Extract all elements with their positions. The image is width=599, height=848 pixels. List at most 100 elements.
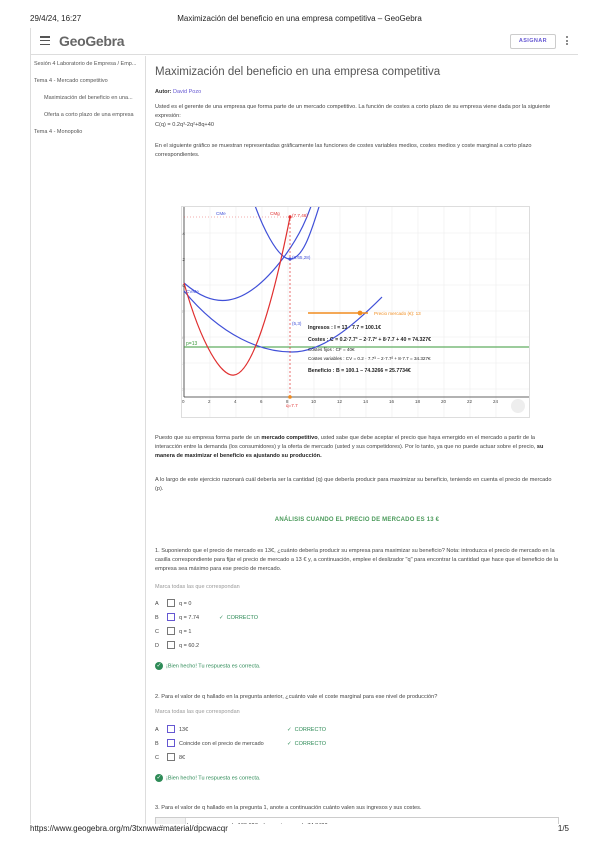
correct-indicator: ✓ CORRECTO bbox=[219, 614, 258, 623]
correct-indicator: ✓ CORRECTO bbox=[287, 740, 326, 749]
feedback-text: ¡Bien hecho! Tu respuesta es correcta. bbox=[166, 663, 261, 670]
cme-min-label: (8.65,28) bbox=[292, 255, 311, 260]
sidebar: Sesión 4 Laboratorio de Empresa / Emp...… bbox=[31, 56, 146, 824]
q-point bbox=[288, 395, 292, 399]
author-link[interactable]: David Pozo bbox=[173, 89, 201, 95]
option-letter: C bbox=[155, 629, 159, 635]
sidebar-item-maximizacion[interactable]: Maximización del beneficio en una... bbox=[31, 90, 145, 107]
option-label: 13€ bbox=[179, 727, 189, 733]
x-tick-label: 10 bbox=[311, 399, 317, 404]
option-label: q = 1 bbox=[179, 629, 192, 635]
cmg-point-label: (7.7,46) bbox=[292, 213, 308, 218]
q2-feedback: ✓ ¡Bien hecho! Tu respuesta es correcta. bbox=[155, 774, 260, 783]
option-label: q = 7.74 bbox=[179, 615, 200, 621]
q1-option-a[interactable]: A q = 0 bbox=[155, 599, 415, 609]
option-letter: D bbox=[155, 643, 159, 649]
option-label: 8€ bbox=[179, 755, 186, 761]
costes-fijos-text: Costes fijos : CF = 40€ bbox=[308, 347, 355, 352]
q1-option-c[interactable]: C q = 1 bbox=[155, 627, 415, 637]
option-label: Coincide con el precio de mercado bbox=[179, 741, 264, 747]
x-tick-label: 24 bbox=[493, 399, 499, 404]
top-bar: GeoGebra ASIGNAR bbox=[31, 28, 578, 55]
print-title: Maximización del beneficio en una empres… bbox=[177, 14, 422, 23]
x-tick-label: 12 bbox=[337, 399, 343, 404]
correct-label: CORRECTO bbox=[294, 727, 326, 733]
q1-option-b[interactable]: B q = 7.74 ✓ CORRECTO bbox=[155, 613, 415, 623]
sidebar-item-sesion4[interactable]: Sesión 4 Laboratorio de Empresa / Emp... bbox=[31, 56, 145, 73]
costes-text: Costes : C = 0.2·7.7³ − 2·7.7² + 8·7.7 +… bbox=[308, 337, 431, 343]
cmg-curve bbox=[183, 216, 291, 376]
graph-canvas[interactable]: 0 2 4 6 8 10 12 14 16 18 20 22 24 2 4 6 bbox=[182, 207, 530, 418]
y-tick-label: 4 bbox=[182, 361, 183, 366]
price-slider-handle[interactable] bbox=[357, 310, 363, 316]
y-tick-label: 6 bbox=[182, 335, 183, 340]
x-tick-label: 20 bbox=[441, 399, 447, 404]
correct-indicator: ✓ CORRECTO bbox=[287, 726, 326, 735]
option-letter: B bbox=[155, 615, 159, 621]
cme-curve bbox=[183, 207, 312, 302]
geogebra-graph[interactable]: 0 2 4 6 8 10 12 14 16 18 20 22 24 2 4 6 bbox=[181, 206, 530, 418]
option-letter: C bbox=[155, 755, 159, 761]
hamburger-menu-icon[interactable] bbox=[40, 36, 50, 46]
print-header: 29/4/24, 16:27 Maximización del benefici… bbox=[30, 14, 569, 24]
y-tick-label: 14 bbox=[182, 231, 186, 236]
q-point-label: q=7.7 bbox=[286, 403, 298, 408]
question-1-hint: Marca todas las que correspondan bbox=[155, 584, 240, 590]
x-tick-label: 0 bbox=[182, 399, 185, 404]
print-url: https://www.geogebra.org/m/3txnww#materi… bbox=[30, 824, 228, 833]
ingresos-text: Ingresos : I = 13 · 7.7 = 100.1€ bbox=[308, 325, 381, 331]
x-tick-label: 4 bbox=[234, 399, 237, 404]
option-checkbox[interactable] bbox=[167, 739, 175, 747]
costes-variables-text: Costes variables : CV = 0.2 · 7.7³ − 2·7… bbox=[308, 356, 431, 361]
correct-label: CORRECTO bbox=[294, 741, 326, 747]
print-page-number: 1/5 bbox=[557, 824, 569, 833]
q2-option-a[interactable]: A 13€ ✓ CORRECTO bbox=[155, 725, 415, 735]
page-title: Maximización del beneficio en una empres… bbox=[155, 66, 441, 78]
more-options-icon[interactable] bbox=[565, 36, 569, 47]
success-check-icon: ✓ bbox=[155, 774, 163, 782]
option-checkbox[interactable] bbox=[167, 613, 175, 621]
option-checkbox[interactable] bbox=[167, 641, 175, 649]
q1-feedback: ✓ ¡Bien hecho! Tu respuesta es correcta. bbox=[155, 662, 260, 671]
assign-button[interactable]: ASIGNAR bbox=[509, 34, 556, 49]
answer-text-box[interactable]: Aa ≡ bbox=[155, 817, 559, 824]
intro-paragraph: Usted es el gerente de una empresa que f… bbox=[155, 103, 559, 130]
y-tick-label: 12 bbox=[182, 257, 186, 262]
y-tick-label: 2 bbox=[182, 387, 183, 392]
question-1-text: 1. Suponiendo que el precio de mercado e… bbox=[155, 548, 559, 572]
question-2-text: 2. Para el valor de q hallado en la preg… bbox=[155, 694, 438, 700]
q2-option-c[interactable]: C 8€ bbox=[155, 753, 415, 763]
question-3-text: 3. Para el valor de q hallado en la preg… bbox=[155, 805, 422, 811]
main-content: Maximización del beneficio en una empres… bbox=[155, 56, 559, 824]
option-checkbox[interactable] bbox=[167, 753, 175, 761]
sidebar-item-mercado-competitivo[interactable]: Tema 4 - Mercado competitivo bbox=[31, 73, 145, 90]
option-checkbox[interactable] bbox=[167, 599, 175, 607]
check-icon: ✓ bbox=[287, 741, 292, 747]
geogebra-logo[interactable]: GeoGebra bbox=[59, 33, 125, 49]
option-checkbox[interactable] bbox=[167, 627, 175, 635]
print-footer: https://www.geogebra.org/m/3txnww#materi… bbox=[30, 824, 569, 834]
option-letter: B bbox=[155, 741, 159, 747]
q1-option-d[interactable]: D q = 60.2 bbox=[155, 641, 415, 651]
intro-text: Usted es el gerente de una empresa que f… bbox=[155, 104, 551, 119]
x-tick-label: 16 bbox=[389, 399, 395, 404]
sidebar-item-oferta[interactable]: Oferta a corto plazo de una empresa bbox=[31, 107, 145, 124]
question-2-hint: Marca todas las que correspondan bbox=[155, 709, 240, 715]
x-tick-label: 18 bbox=[415, 399, 421, 404]
q2-option-b[interactable]: B Coincide con el precio de mercado ✓ COR… bbox=[155, 739, 415, 749]
option-label: q = 60.2 bbox=[179, 643, 200, 649]
x-tick-label: 14 bbox=[363, 399, 369, 404]
author-line: Autor: David Pozo bbox=[155, 88, 201, 97]
cvme-min-label: (5,3) bbox=[292, 321, 302, 326]
feedback-text: ¡Bien hecho! Tu respuesta es correcta. bbox=[166, 775, 261, 782]
price-slider-label: Precio mercado (€): 13 bbox=[374, 311, 421, 316]
cvme-label: CVMe bbox=[186, 289, 199, 294]
geogebra-app: GeoGebra ASIGNAR Sesión 4 Laboratorio de… bbox=[30, 28, 578, 824]
option-checkbox[interactable] bbox=[167, 725, 175, 733]
correct-label: CORRECTO bbox=[226, 615, 258, 621]
competitive-text-b: mercado competitivo bbox=[261, 435, 318, 441]
exercise-paragraph: A lo largo de este ejercicio razonará cu… bbox=[155, 477, 552, 492]
check-icon: ✓ bbox=[219, 615, 224, 621]
sidebar-item-monopolio[interactable]: Tema 4 - Monopolio bbox=[31, 124, 145, 141]
fullscreen-icon[interactable] bbox=[511, 399, 525, 413]
